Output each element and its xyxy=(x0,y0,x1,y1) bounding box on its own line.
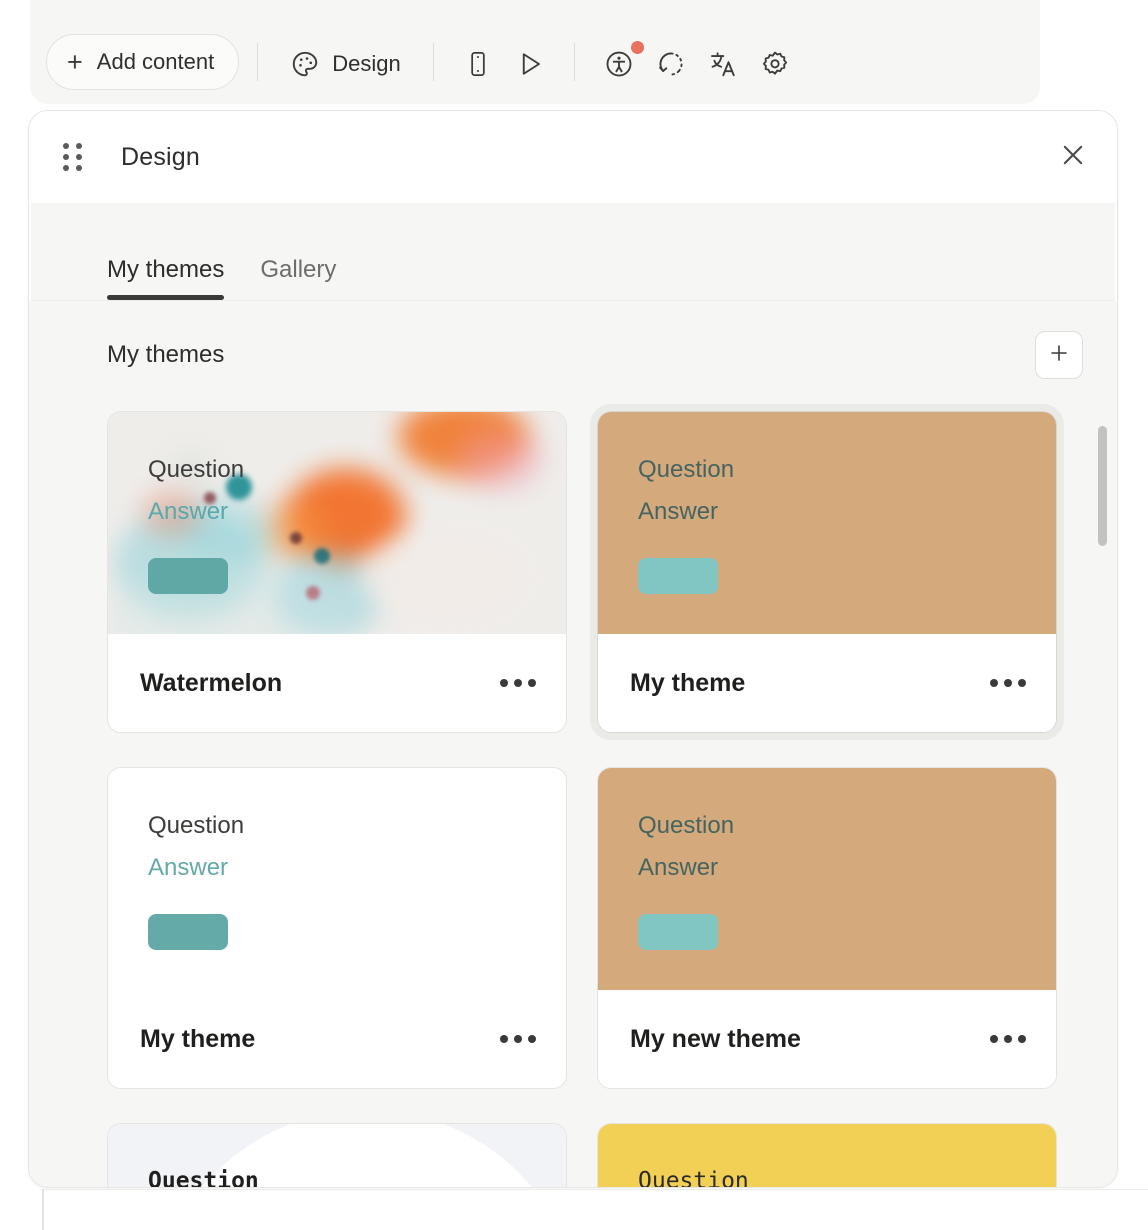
more-options-icon[interactable] xyxy=(500,679,536,687)
theme-card-footer: Watermelon xyxy=(108,634,566,732)
mobile-preview-button[interactable] xyxy=(452,38,504,90)
settings-button[interactable] xyxy=(749,38,801,90)
toolbar-divider-1 xyxy=(257,43,258,81)
tab-gallery[interactable]: Gallery xyxy=(260,256,336,300)
tab-my-themes-label: My themes xyxy=(107,256,224,283)
theme-question-label: Question xyxy=(148,1170,259,1187)
theme-card-footer: My new theme xyxy=(598,990,1056,1088)
tab-my-themes[interactable]: My themes xyxy=(107,256,224,300)
theme-card-my-theme-selected[interactable]: Question Answer My theme xyxy=(597,411,1057,733)
present-button[interactable] xyxy=(504,38,556,90)
design-panel: Design My themes Gallery My themes xyxy=(28,110,1118,1188)
accessibility-button[interactable] xyxy=(593,38,645,90)
theme-card-my-new-theme[interactable]: Question Answer My new theme xyxy=(597,767,1057,1089)
theme-card-yellow[interactable]: Question xyxy=(597,1123,1057,1187)
theme-question-label: Question xyxy=(638,1170,749,1187)
design-panel-body: My themes xyxy=(29,301,1117,1187)
close-icon xyxy=(1058,140,1088,175)
design-button[interactable]: Design xyxy=(276,38,414,90)
translate-icon xyxy=(708,49,738,79)
theme-question-label: Question xyxy=(148,814,244,838)
theme-button-swatch xyxy=(148,914,228,950)
add-theme-button[interactable] xyxy=(1035,331,1083,379)
mobile-icon xyxy=(464,50,492,78)
theme-question-label: Question xyxy=(638,814,734,838)
theme-answer-label: Answer xyxy=(638,500,718,524)
design-button-label: Design xyxy=(332,51,400,77)
translate-button[interactable] xyxy=(697,38,749,90)
theme-preview: Question Answer xyxy=(108,412,566,634)
toolbar-divider-3 xyxy=(574,43,575,81)
theme-question-label: Question xyxy=(638,458,734,482)
theme-name: Watermelon xyxy=(140,669,282,698)
palette-icon xyxy=(290,49,320,79)
top-toolbar: + Add content Design xyxy=(30,0,1040,104)
gear-icon xyxy=(760,49,790,79)
theme-card-watermelon[interactable]: Question Answer Watermelon xyxy=(107,411,567,733)
theme-answer-label: Answer xyxy=(148,500,228,524)
themes-scrollbar[interactable] xyxy=(1098,426,1107,546)
theme-button-swatch xyxy=(148,558,228,594)
panel-bottom-line xyxy=(42,1189,1148,1190)
theme-card-my-theme-white[interactable]: Question Answer My theme xyxy=(107,767,567,1089)
drag-handle-icon[interactable] xyxy=(59,144,85,170)
close-panel-button[interactable] xyxy=(1051,135,1095,179)
accessibility-badge xyxy=(631,41,644,54)
undo-dotted-icon xyxy=(656,49,686,79)
add-content-button[interactable]: + Add content xyxy=(46,34,239,90)
theme-card-footer: My theme xyxy=(598,634,1056,732)
theme-card-arc[interactable]: Question xyxy=(107,1123,567,1187)
theme-preview: Question Answer xyxy=(598,412,1056,634)
more-options-icon[interactable] xyxy=(990,1035,1026,1043)
design-panel-header: Design xyxy=(29,111,1117,203)
play-icon xyxy=(515,49,545,79)
theme-name: My new theme xyxy=(630,1025,801,1054)
more-options-icon[interactable] xyxy=(500,1035,536,1043)
theme-button-swatch xyxy=(638,914,718,950)
app-screen: + Add content Design xyxy=(0,0,1148,1230)
plus-icon: + xyxy=(67,49,83,76)
section-title: My themes xyxy=(107,341,224,369)
theme-preview: Question xyxy=(598,1124,1056,1187)
theme-answer-label: Answer xyxy=(148,856,228,880)
add-content-label: Add content xyxy=(97,49,214,75)
reset-button[interactable] xyxy=(645,38,697,90)
design-panel-tabs: My themes Gallery xyxy=(31,203,1115,301)
panel-bottom-stub xyxy=(42,1189,44,1230)
themes-grid: Question Answer Watermelon Question Answ… xyxy=(29,379,1117,1187)
theme-preview: Question Answer xyxy=(598,768,1056,990)
theme-question-label: Question xyxy=(148,458,244,482)
toolbar-divider-2 xyxy=(433,43,434,81)
my-themes-section-header: My themes xyxy=(29,301,1117,379)
theme-name: My theme xyxy=(140,1025,255,1054)
plus-icon xyxy=(1047,341,1071,370)
theme-button-swatch xyxy=(638,558,718,594)
theme-name: My theme xyxy=(630,669,745,698)
theme-preview: Question Answer xyxy=(108,768,566,990)
panel-title: Design xyxy=(121,143,200,172)
theme-card-footer: My theme xyxy=(108,990,566,1088)
tab-gallery-label: Gallery xyxy=(260,256,336,283)
accessibility-icon xyxy=(604,49,634,79)
theme-answer-label: Answer xyxy=(638,856,718,880)
more-options-icon[interactable] xyxy=(990,679,1026,687)
theme-preview: Question xyxy=(108,1124,566,1187)
